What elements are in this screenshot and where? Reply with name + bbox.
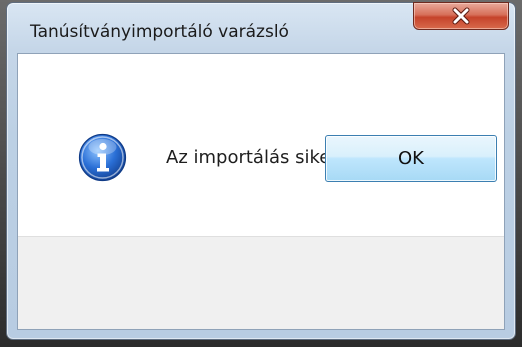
close-icon <box>451 7 471 25</box>
dialog-client-area: Az importálás sikeres volt. OK <box>17 53 505 330</box>
button-panel <box>18 236 504 329</box>
info-icon <box>78 133 127 182</box>
close-button[interactable] <box>413 2 509 30</box>
dialog-window: Tanúsítványimportáló varázsló Az importá… <box>6 2 516 340</box>
ok-button[interactable]: OK <box>325 135 497 182</box>
title-bar[interactable]: Tanúsítványimportáló varázsló <box>7 2 515 42</box>
dialog-title: Tanúsítványimportáló varázsló <box>30 22 289 42</box>
